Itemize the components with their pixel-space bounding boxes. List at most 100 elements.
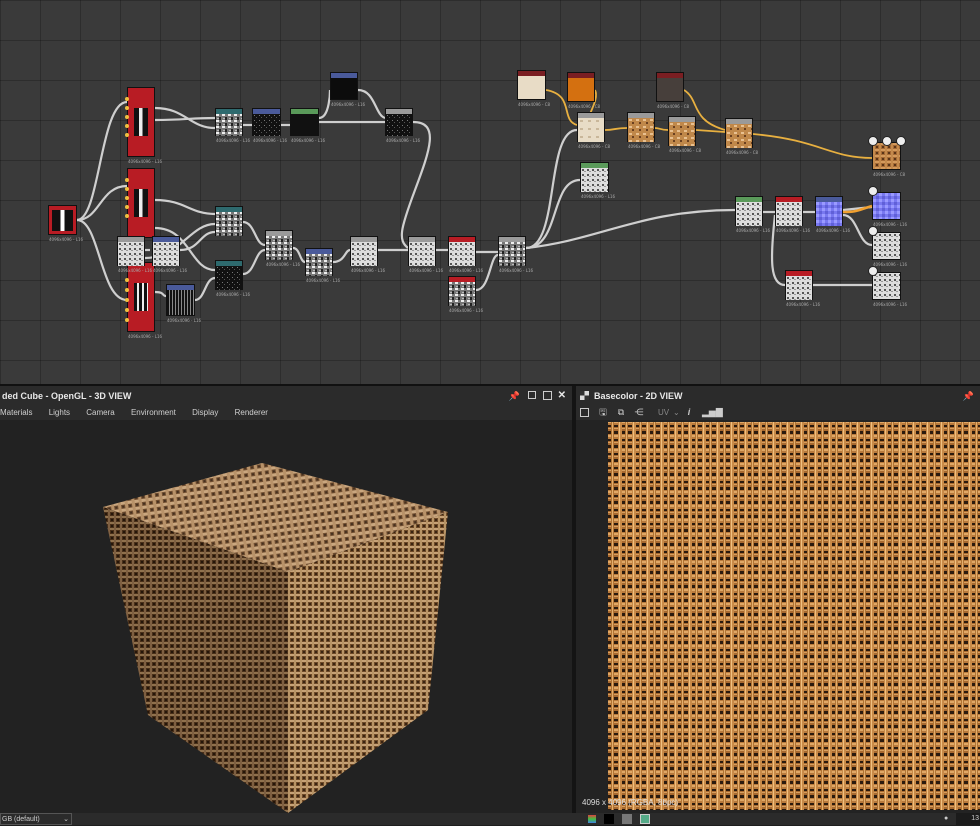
input-port[interactable] [125,97,129,101]
view2d-titlebar: Basecolor - 2D VIEW 📌 [576,386,980,406]
node-blend-color-3[interactable]: 4096x4096 - C8 [668,116,701,153]
input-port[interactable] [125,178,129,182]
black-swatch[interactable] [604,814,614,824]
output-icon[interactable] [896,136,906,146]
input-port[interactable] [125,205,129,209]
input-port[interactable] [125,318,129,322]
node-gray-2[interactable]: 4096x4096 - L16 [265,230,300,267]
node-gray-5[interactable]: 4096x4096 - L16 [498,236,533,273]
node-blue-3[interactable]: 4096x4096 - L16 [166,284,201,323]
output-icon[interactable] [868,136,878,146]
export-icon[interactable]: ⧉ [616,407,626,417]
uv-dropdown[interactable]: UV [658,406,669,420]
node-red-small-4[interactable]: 4096x4096 - L16 [785,270,820,307]
float-icon[interactable] [528,391,536,399]
output-icon[interactable] [868,226,878,236]
save-icon[interactable]: 🖫 [598,407,608,417]
view3d-title: ded Cube - OpenGL - 3D VIEW [2,391,132,401]
node-gray-blend-1[interactable]: 4096x4096 - L16 [385,108,420,143]
node-size-label: 4096x4096 - L16 [128,334,163,339]
node-size-label: 4096x4096 - L16 [128,159,163,164]
image-icon[interactable] [640,814,650,824]
view3d-viewport[interactable] [0,420,572,813]
input-port[interactable] [125,133,129,137]
node-source[interactable]: 4096x4096 - L16 [48,205,83,242]
copy-icon[interactable] [580,408,589,417]
node-green-2[interactable]: 4096x4096 - L16 [580,162,615,199]
node-thumbnail [52,210,73,231]
node-gray-1[interactable]: 4096x4096 - L16 [117,236,152,273]
output-height[interactable]: 4096x4096 - L16 [872,272,907,307]
basecolor-texture [608,422,980,810]
input-port[interactable] [125,308,129,312]
node-blend-color-1[interactable]: 4096x4096 - C8 [577,112,610,149]
input-port[interactable] [125,124,129,128]
pin-icon[interactable]: 📌 [509,386,520,406]
view2d-title: Basecolor - 2D VIEW [594,391,683,401]
node-normal[interactable]: 4096x4096 - L16 [815,196,850,233]
node-blue-4[interactable]: 4096x4096 - L16 [305,248,340,283]
node-color-dark[interactable]: 4096x4096 - C8 [656,72,689,109]
colorspace-dropdown[interactable]: GB (default) ⌄ [0,813,72,825]
chevron-down-icon: ⌄ [63,816,69,823]
menu-camera[interactable]: Camera [86,408,114,417]
chevron-down-icon: ⌄ [673,408,680,417]
node-blue-1[interactable]: 4096x4096 - L16 [252,108,287,143]
status-bar: GB (default) ⌄ ● 13 [0,813,980,825]
node-input-red-1[interactable]: 4096x4096 - L16 [127,87,162,164]
menu-environment[interactable]: Environment [131,408,176,417]
pin-icon[interactable]: 📌 [963,386,974,406]
view3d-titlebar: ded Cube - OpenGL - 3D VIEW 📌 ✕ [0,386,572,406]
node-red-small-3[interactable]: 4096x4096 - L16 [775,196,810,233]
output-icon[interactable] [882,136,892,146]
white-swatch[interactable] [622,814,632,824]
output-icon[interactable] [868,266,878,276]
cube-render [103,463,448,813]
output-icon[interactable] [868,186,878,196]
histogram-icon[interactable]: ▂▅▇ [702,407,723,417]
node-graph-canvas[interactable]: 4096x4096 - L16 4096x4096 - L16 4096x409… [0,0,980,386]
view2d-toolbar: 🖫 ⧉ ⋲ UV ⌄ i ▂▅▇ [576,406,980,420]
node-teal-2[interactable] [215,206,243,236]
input-port[interactable] [125,187,129,191]
menu-renderer[interactable]: Renderer [235,408,268,417]
output-normal[interactable]: 4096x4096 - L16 [872,192,907,227]
node-blue-2[interactable]: 4096x4096 - L16 [152,236,187,273]
node-green-1[interactable]: 4096x4096 - L16 [290,108,325,143]
tiling-icon[interactable]: ⋲ [634,407,644,417]
maximize-icon[interactable] [543,391,552,400]
menu-materials[interactable]: Materials [0,408,32,417]
node-blue-top[interactable]: 4096x4096 - L16 [330,72,365,107]
view2d-viewport[interactable]: 4096 x 4096 (RGBA, 8bpc) [576,420,980,813]
input-port[interactable] [125,298,129,302]
input-port[interactable] [125,115,129,119]
info-icon[interactable]: i [684,407,694,417]
node-teal-1[interactable]: 4096x4096 - L16 [215,108,250,143]
node-gray-4[interactable]: 4096x4096 - L16 [408,236,443,273]
node-thumbnail [134,283,148,311]
node-size-label: 4096x4096 - L16 [49,237,84,242]
layers-icon[interactable] [588,815,596,823]
zoom-icon: ● [944,815,949,822]
input-port[interactable] [125,278,129,282]
node-gray-3[interactable]: 4096x4096 - L16 [350,236,385,273]
node-color-orange[interactable]: 4096x4096 - C8 [567,72,600,109]
close-icon[interactable]: ✕ [558,386,566,406]
zoom-input[interactable]: 13 [956,813,980,825]
node-green-3[interactable]: 4096x4096 - L16 [735,196,770,233]
input-port[interactable] [125,214,129,218]
node-red-small-1[interactable]: 4096x4096 - L16 [448,236,483,273]
input-port[interactable] [125,288,129,292]
node-blend-color-2[interactable]: 4096x4096 - C8 [627,112,660,149]
node-blend-color-4[interactable]: 4096x4096 - C8 [725,118,758,155]
input-port[interactable] [125,106,129,110]
node-teal-3[interactable]: 4096x4096 - L16 [215,260,250,297]
output-basecolor[interactable]: 4096x4096 - C8 [872,142,905,177]
node-input-red-2[interactable] [127,168,155,238]
node-color-wall[interactable]: 4096x4096 - C8 [517,70,550,107]
node-red-small-2[interactable]: 4096x4096 - L16 [448,276,483,313]
input-port[interactable] [125,196,129,200]
menu-display[interactable]: Display [192,408,218,417]
output-roughness[interactable]: 4096x4096 - L16 [872,232,907,267]
menu-lights[interactable]: Lights [49,408,70,417]
